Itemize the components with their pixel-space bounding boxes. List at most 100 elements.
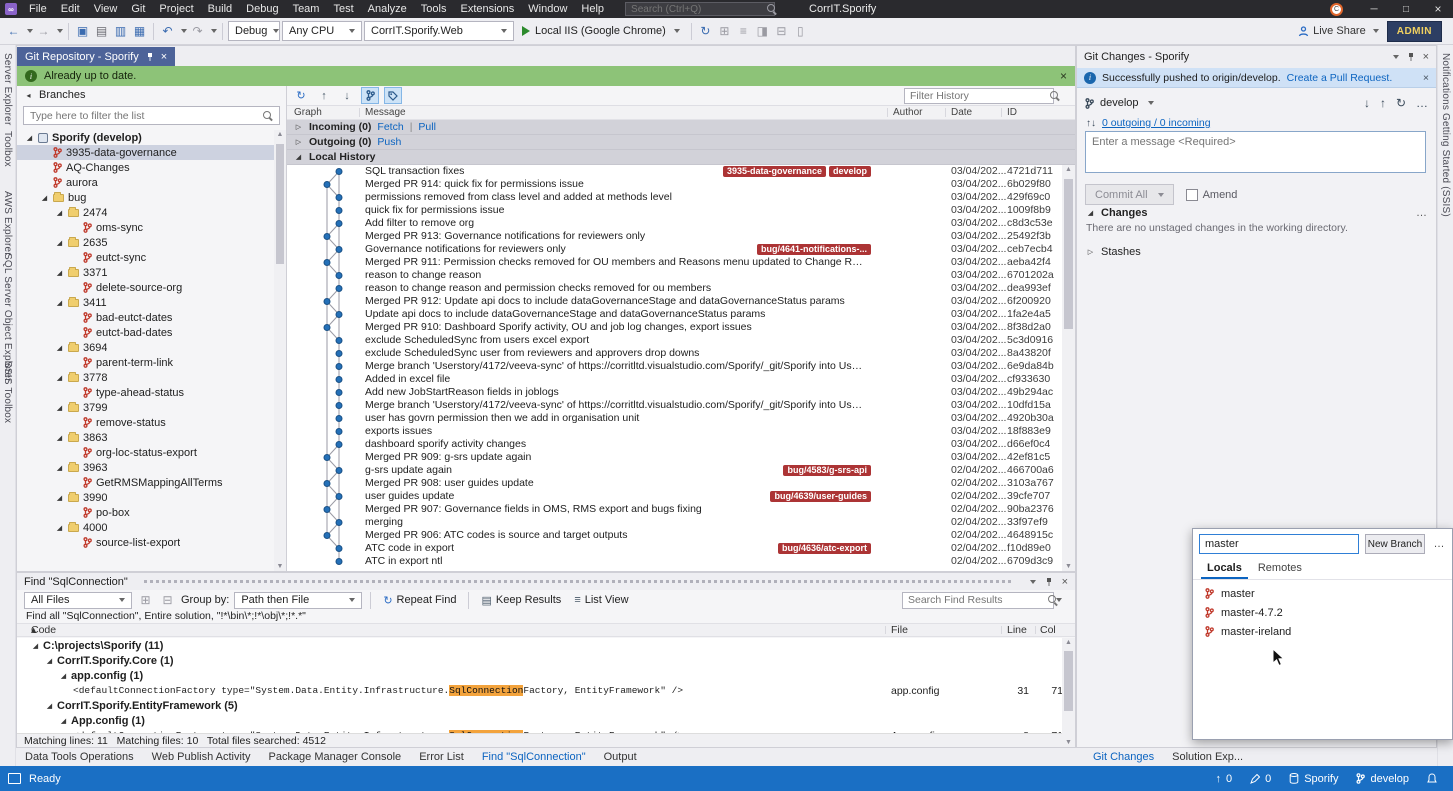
branch-tree-item-2635[interactable]: ◢2635 (17, 235, 274, 250)
incoming-section[interactable]: ▷ Incoming (0) Fetch | Pull (287, 120, 1075, 135)
drag-grip[interactable] (144, 580, 1011, 583)
branch-tree-item-3799[interactable]: ◢3799 (17, 400, 274, 415)
commit-id[interactable]: 10dfd15a (1007, 399, 1051, 412)
commit-row[interactable]: reason to change reason03/04/202...67012… (287, 269, 1062, 282)
commit-id[interactable]: 4920b30a (1007, 412, 1054, 425)
find-result-row[interactable]: ◢CorrIT.Sporify.Core (1) (17, 653, 1062, 668)
startup-project-select[interactable]: CorrIT.Sporify.Web (364, 21, 514, 41)
pin-icon[interactable] (1407, 52, 1415, 62)
expand-all-icon[interactable]: ⊞ (137, 592, 154, 608)
branch-picker-item-master-ireland[interactable]: master-ireland (1193, 622, 1452, 641)
commit-row[interactable]: Add filter to remove org03/04/202...c8d3… (287, 217, 1062, 230)
filter-history-box[interactable] (904, 88, 1054, 104)
find-result-row[interactable]: ◢C:\projects\Sporify (11) (17, 638, 1062, 653)
show-branch-graph-icon[interactable] (361, 87, 379, 104)
column-date[interactable]: Date (951, 107, 972, 118)
chevron-down-icon[interactable] (1030, 580, 1036, 584)
column-graph[interactable]: Graph (294, 107, 322, 118)
navigate-back-icon[interactable]: ← (5, 21, 22, 41)
keep-results-button[interactable]: ▤ Keep Results (477, 591, 565, 609)
menu-build[interactable]: Build (201, 0, 239, 18)
commit-row[interactable]: Governance notifications for reviewers o… (287, 243, 1062, 256)
filter-history-input[interactable] (910, 90, 1045, 102)
branch-tree-item-2474[interactable]: ◢2474 (17, 205, 274, 220)
expander-icon[interactable]: ◢ (45, 657, 54, 665)
redo-icon[interactable]: ↷ (189, 21, 206, 41)
commit-row[interactable]: merging02/04/202...33f97ef9 (287, 516, 1062, 529)
branch-tree-item-bug[interactable]: ◢bug (17, 190, 274, 205)
side-tab-notifications[interactable]: Notifications (1440, 53, 1451, 110)
expander-icon[interactable]: ◢ (59, 717, 68, 725)
branches-scrollbar[interactable]: ▲ ▼ (274, 130, 286, 571)
find-result-row[interactable]: ◢CorrIT.Sporify.EntityFramework (5) (17, 698, 1062, 713)
local-history-section[interactable]: ◢ Local History (287, 150, 1075, 165)
expander-icon[interactable]: ◢ (45, 702, 54, 710)
expander-icon[interactable]: ▷ (294, 123, 303, 131)
branch-tree-item-3778[interactable]: ◢3778 (17, 370, 274, 385)
branch-tree-item-4000[interactable]: ◢4000 (17, 520, 274, 535)
side-tab-ssis-toolbox[interactable]: SSIS Toolbox (2, 361, 13, 423)
commit-id[interactable]: 4721d711 (1007, 165, 1053, 178)
collapse-all-icon[interactable]: ⊟ (159, 592, 176, 608)
expander-icon[interactable]: ◢ (55, 494, 64, 502)
column-author[interactable]: Author (893, 107, 922, 118)
history-scrollbar[interactable]: ▲ ▼ (1062, 165, 1075, 571)
navigate-forward-dropdown[interactable] (57, 29, 63, 33)
commit-row[interactable]: dashboard sporify activity changes03/04/… (287, 438, 1062, 451)
chevron-down-icon[interactable] (1393, 55, 1399, 59)
commit-row[interactable]: Merged PR 914: quick fix for permissions… (287, 178, 1062, 191)
find-result-row[interactable]: ◢App.config (1) (17, 713, 1062, 728)
stashes-section-header[interactable]: ▷ Stashes (1077, 243, 1436, 260)
commit-id[interactable]: 8f38d2a0 (1007, 321, 1051, 334)
commit-row[interactable]: Update api docs to include dataGovernanc… (287, 308, 1062, 321)
show-tags-icon[interactable] (384, 87, 402, 104)
repeat-find-button[interactable]: ↻ Repeat Find (379, 591, 460, 609)
expander-icon[interactable]: ◢ (31, 642, 40, 650)
push-count[interactable]: ↑ 0 (1215, 773, 1232, 785)
close-icon[interactable]: × (1423, 51, 1429, 63)
expander-icon[interactable]: ◢ (59, 672, 68, 680)
pending-edits[interactable]: 0 (1250, 773, 1271, 785)
bottom-tab-web-publish-activity[interactable]: Web Publish Activity (143, 751, 260, 763)
close-icon[interactable]: × (1062, 576, 1068, 588)
commit-id[interactable]: 33f97ef9 (1007, 516, 1048, 529)
commit-id[interactable]: ceb7ecb4 (1007, 243, 1053, 256)
branch-tree-item-3990[interactable]: ◢3990 (17, 490, 274, 505)
commit-id[interactable]: 4648915c (1007, 529, 1053, 542)
chevron-down-icon[interactable] (1148, 101, 1154, 105)
branch-tree-item-getrmsmappingallterms[interactable]: GetRMSMappingAllTerms (17, 475, 274, 490)
branch-tag-bug-4641-notifications[interactable]: bug/4641-notifications-... (757, 244, 871, 255)
expander-icon[interactable]: ◢ (55, 269, 64, 277)
expander-icon[interactable]: ◢ (55, 209, 64, 217)
live-share-button[interactable]: Live Share (1298, 25, 1379, 37)
branch-search-input[interactable] (1199, 534, 1359, 554)
menu-project[interactable]: Project (152, 0, 200, 18)
close-icon[interactable]: × (161, 51, 167, 63)
branch-tree-item-aq-changes[interactable]: AQ-Changes (17, 160, 274, 175)
branch-tree-item-3371[interactable]: ◢3371 (17, 265, 274, 280)
panel-tab-git-changes[interactable]: Git Changes (1084, 751, 1163, 763)
commit-id[interactable]: 42ef81c5 (1007, 451, 1050, 464)
branch-tag-bug-4636-atc-export[interactable]: bug/4636/atc-export (778, 543, 871, 554)
commit-id[interactable]: 6e9da84b (1007, 360, 1054, 373)
start-debugging-button[interactable]: Local IIS (Google Chrome) (516, 21, 686, 41)
side-tab-server-explorer[interactable]: Server Explorer (2, 53, 13, 125)
dismiss-banner-icon[interactable]: × (1423, 72, 1429, 84)
branch-tree-item-sporify-develop[interactable]: ◢Sporify (develop) (17, 130, 274, 145)
commit-id[interactable]: 39cfe707 (1007, 490, 1050, 503)
configuration-select[interactable]: Debug (228, 21, 280, 41)
menu-view[interactable]: View (87, 0, 125, 18)
search-input[interactable] (631, 4, 763, 15)
commit-id[interactable]: dea993ef (1007, 282, 1051, 295)
commit-row[interactable]: user has govrn permission then we add in… (287, 412, 1062, 425)
branch-tag-bug-4639-user-guides[interactable]: bug/4639/user-guides (770, 491, 871, 502)
menu-analyze[interactable]: Analyze (361, 0, 414, 18)
amend-checkbox[interactable]: Amend (1186, 189, 1238, 201)
commit-id[interactable]: c8d3c53e (1007, 217, 1053, 230)
branch-picker-item-master-4-7-2[interactable]: master-4.7.2 (1193, 603, 1452, 622)
bookmark-icon[interactable]: ▯ (792, 21, 809, 41)
branch-tree-item-org-loc-status-export[interactable]: org-loc-status-export (17, 445, 274, 460)
branch-tree-item-3694[interactable]: ◢3694 (17, 340, 274, 355)
expander-icon[interactable]: ◢ (55, 374, 64, 382)
list-view-button[interactable]: ≡ List View (570, 591, 632, 609)
